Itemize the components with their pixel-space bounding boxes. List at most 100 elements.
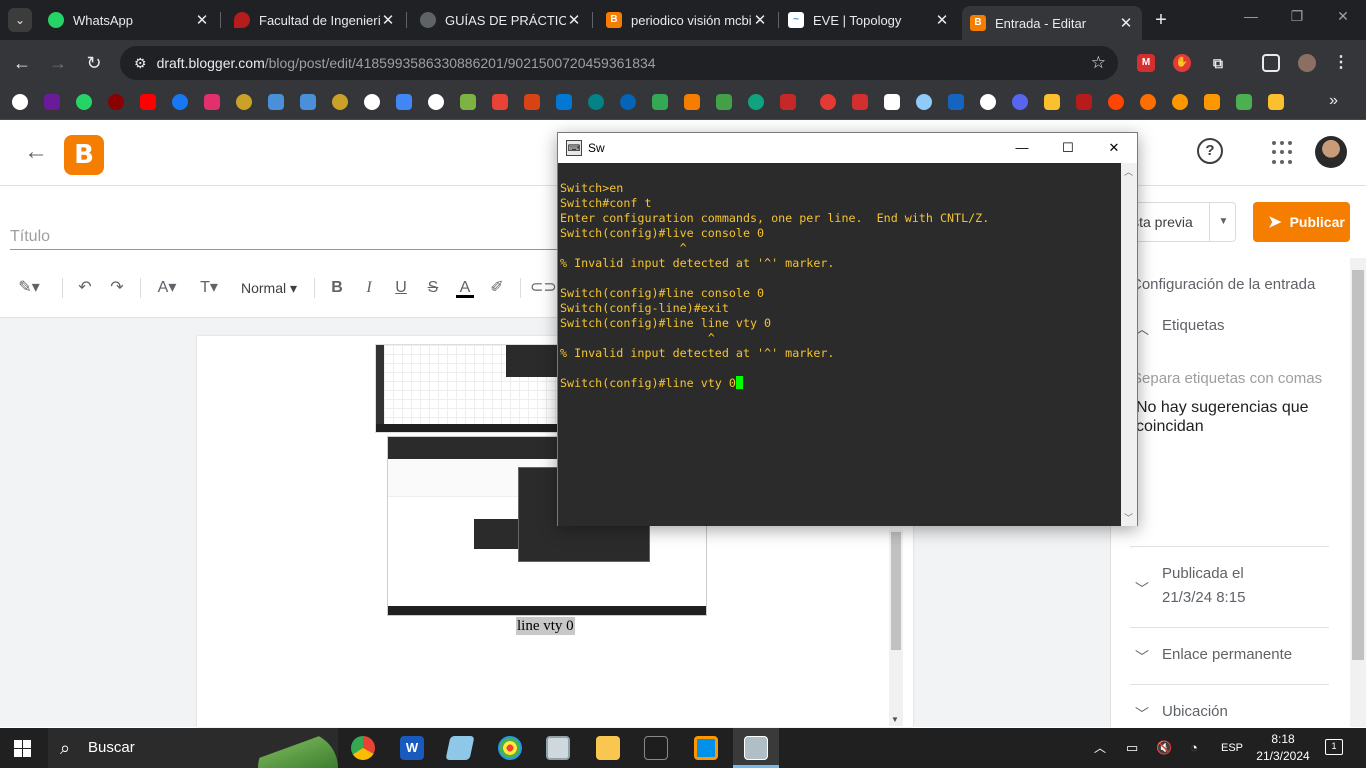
extensions-puzzle-icon[interactable]: ⧉ <box>1209 54 1227 72</box>
tab-guias[interactable]: GUÍAS DE PRÁCTICAS ✕ <box>412 6 590 34</box>
bookmark-icon[interactable] <box>1268 94 1284 110</box>
bookmark-icon[interactable] <box>1140 94 1156 110</box>
address-bar[interactable]: ⚙ draft.blogger.com/blog/post/edit/41859… <box>120 46 1118 80</box>
reddit-icon[interactable] <box>1108 94 1124 110</box>
bookmark-icon[interactable] <box>1204 94 1220 110</box>
language-indicator[interactable]: ESP <box>1221 728 1243 768</box>
eve-icon[interactable] <box>268 94 284 110</box>
paragraph-style-select[interactable]: Normal ▾ <box>236 276 302 300</box>
chrome-icon[interactable] <box>351 736 375 760</box>
sharepoint-icon[interactable] <box>588 94 604 110</box>
italic-icon[interactable]: I <box>360 276 378 300</box>
text-color-icon[interactable]: A <box>456 276 474 298</box>
translate-icon[interactable] <box>396 94 412 110</box>
help-icon[interactable]: ? <box>1197 138 1223 164</box>
tab-entrada-editar[interactable]: B Entrada - Editar ✕ <box>962 6 1142 40</box>
bookmark-icon[interactable] <box>716 94 732 110</box>
editor-scrollbar[interactable]: ▼ <box>889 530 903 726</box>
strikethrough-icon[interactable]: S <box>424 276 442 300</box>
cloud-icon[interactable] <box>916 94 932 110</box>
scroll-up-icon[interactable]: ︿ <box>1124 165 1133 178</box>
location-label[interactable]: Ubicación <box>1162 700 1228 724</box>
blogger-logo[interactable]: B <box>64 135 104 175</box>
google-drive-icon[interactable] <box>652 94 668 110</box>
menu-icon[interactable]: ⋮ <box>1332 54 1350 72</box>
underline-icon[interactable]: U <box>392 276 410 300</box>
site-settings-icon[interactable]: ⚙ <box>134 55 147 72</box>
chevron-more-icon[interactable]: » <box>1329 92 1338 110</box>
back-arrow-icon[interactable]: ← <box>24 138 48 166</box>
notes-icon[interactable] <box>445 736 475 760</box>
globe-icon[interactable] <box>364 94 380 110</box>
restore-icon[interactable]: ❐ <box>1282 8 1312 25</box>
bookmark-icon[interactable] <box>524 94 540 110</box>
image-caption[interactable]: line vty 0 <box>516 617 575 635</box>
redo-icon[interactable]: ↷ <box>106 276 128 300</box>
whatsapp-icon[interactable] <box>76 94 92 110</box>
paint-icon[interactable] <box>498 736 522 760</box>
font-size-icon[interactable]: T▾ <box>194 276 224 300</box>
bookmark-icon[interactable] <box>108 94 124 110</box>
extension-icon[interactable]: ✋ <box>1173 54 1191 72</box>
bold-icon[interactable]: B <box>328 276 346 300</box>
scrollbar-thumb[interactable] <box>891 532 901 650</box>
bookmark-icon[interactable] <box>1044 94 1060 110</box>
chevron-down-icon[interactable]: ﹀ <box>1135 579 1149 599</box>
font-icon[interactable]: A▾ <box>152 276 182 300</box>
google-icon[interactable] <box>980 94 996 110</box>
sci-hub-icon[interactable] <box>1076 94 1092 110</box>
virtualbox-icon[interactable] <box>694 736 718 760</box>
gmail-icon[interactable] <box>492 94 508 110</box>
taskbar-search[interactable]: ⌕ Buscar <box>48 728 338 768</box>
bookmark-icon[interactable] <box>332 94 348 110</box>
avatar[interactable] <box>1315 136 1347 168</box>
profile-avatar[interactable] <box>1298 54 1316 72</box>
system-clock[interactable]: 8:18 21/3/2024 <box>1252 731 1314 765</box>
post-title-input[interactable] <box>10 224 560 250</box>
forward-icon[interactable]: → <box>46 51 70 75</box>
instagram-icon[interactable] <box>204 94 220 110</box>
notifications-icon[interactable]: 1 <box>1325 739 1343 755</box>
outlook-icon[interactable] <box>556 94 572 110</box>
onedrive-icon[interactable] <box>620 94 636 110</box>
photos-icon[interactable] <box>546 736 570 760</box>
close-icon[interactable]: ✕ <box>1118 14 1134 32</box>
apps-grid-icon[interactable] <box>1272 141 1296 165</box>
chatgpt-icon[interactable] <box>748 94 764 110</box>
bookmark-icon[interactable] <box>1172 94 1188 110</box>
terminal-window[interactable]: ⌨ Sw — ☐ ✕ Switch>en Switch#conf t Enter… <box>557 132 1138 526</box>
bookmark-icon[interactable] <box>44 94 60 110</box>
chevron-down-icon[interactable]: ﹀ <box>1135 704 1149 724</box>
bookmark-icon[interactable] <box>12 94 28 110</box>
extension-icon[interactable]: M <box>1137 54 1155 72</box>
close-window-icon[interactable]: ✕ <box>1328 8 1358 25</box>
close-icon[interactable]: ✕ <box>1091 133 1137 163</box>
file-explorer-icon[interactable] <box>596 736 620 760</box>
bookmark-star-icon[interactable]: ☆ <box>1091 53 1106 73</box>
word-icon[interactable]: W <box>400 736 424 760</box>
terminal-console[interactable]: Switch>en Switch#conf t Enter configurat… <box>558 163 1121 526</box>
bookmark-icon[interactable] <box>1236 94 1252 110</box>
facebook-icon[interactable] <box>172 94 188 110</box>
windows-start-icon[interactable] <box>14 740 31 757</box>
side-panel-icon[interactable] <box>1262 54 1280 72</box>
youtube-icon[interactable] <box>140 94 156 110</box>
close-icon[interactable]: ✕ <box>934 11 950 29</box>
highlight-icon[interactable]: ✐ <box>488 276 506 300</box>
bookmark-icon[interactable] <box>884 94 900 110</box>
maximize-icon[interactable]: ☐ <box>1045 133 1091 163</box>
eve-icon[interactable] <box>300 94 316 110</box>
back-icon[interactable]: ← <box>10 51 34 75</box>
bookmark-icon[interactable] <box>948 94 964 110</box>
discord-icon[interactable] <box>1012 94 1028 110</box>
tab-whatsapp[interactable]: WhatsApp ✕ <box>40 6 218 34</box>
settings-scrollbar[interactable] <box>1350 258 1366 727</box>
tab-facultad[interactable]: Facultad de Ingeniería ✕ <box>226 6 404 34</box>
reload-icon[interactable]: ↻ <box>82 51 106 75</box>
close-icon[interactable]: ✕ <box>752 11 768 29</box>
tab-search-icon[interactable]: ⌄ <box>8 8 32 32</box>
publish-button[interactable]: ➤ Publicar <box>1253 202 1350 242</box>
pencil-mode-icon[interactable]: ✎▾ <box>12 276 46 300</box>
permalink-label[interactable]: Enlace permanente <box>1162 643 1292 667</box>
bookmark-icon[interactable] <box>460 94 476 110</box>
